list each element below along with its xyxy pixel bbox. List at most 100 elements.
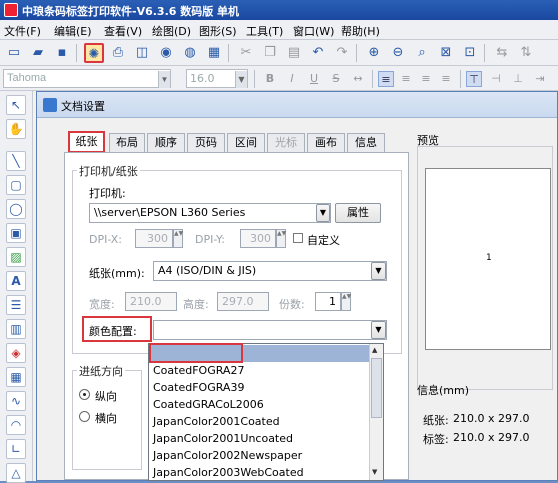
- menu-help[interactable]: 帮助(H): [341, 23, 380, 39]
- database-icon[interactable]: ◉: [156, 43, 176, 63]
- polyline-icon[interactable]: ∟: [6, 439, 26, 459]
- ellipse-icon[interactable]: ◯: [6, 199, 26, 219]
- distribute-icon[interactable]: ⇅: [516, 43, 536, 63]
- zoom-in-icon[interactable]: ⊕: [364, 43, 384, 63]
- print-icon[interactable]: ⎙: [108, 43, 128, 63]
- italic-button[interactable]: I: [284, 71, 300, 87]
- zoom-page-icon[interactable]: ⊡: [460, 43, 480, 63]
- width-input[interactable]: 210.0: [125, 292, 177, 311]
- tab-range[interactable]: 区间: [227, 133, 265, 152]
- scroll-thumb[interactable]: [371, 358, 382, 418]
- chevron-down-icon[interactable]: ▼: [316, 204, 330, 222]
- copies-stepper[interactable]: ▲▼: [341, 292, 351, 311]
- dropdown-scrollbar[interactable]: ▲ ▼: [369, 344, 383, 480]
- chevron-down-icon[interactable]: ▼: [158, 71, 170, 88]
- menu-shape[interactable]: 图形(S): [199, 23, 237, 39]
- tab-info[interactable]: 信息: [347, 133, 385, 152]
- zoom-icon[interactable]: ⌕: [412, 43, 432, 63]
- copies-input[interactable]: 1: [315, 292, 341, 311]
- letter-spacing-icon[interactable]: ↔: [350, 71, 366, 87]
- menu-draw[interactable]: 绘图(D): [152, 23, 191, 39]
- chevron-down-icon[interactable]: ▼: [235, 71, 247, 88]
- properties-button[interactable]: 属性: [335, 203, 381, 223]
- tab-canvas[interactable]: 画布: [307, 133, 345, 152]
- color-option[interactable]: CoatedFOGRA27: [151, 362, 369, 379]
- valign-middle-icon[interactable]: ⊣: [488, 71, 504, 87]
- new-file-icon[interactable]: ▭: [4, 43, 24, 63]
- line-icon[interactable]: ╲: [6, 151, 26, 171]
- print-preview-icon[interactable]: ◫: [132, 43, 152, 63]
- tab-layout[interactable]: 布局: [109, 133, 145, 152]
- pan-icon[interactable]: ✋: [6, 119, 26, 139]
- cut-icon[interactable]: ✂: [236, 43, 256, 63]
- zoom-fit-icon[interactable]: ⊠: [436, 43, 456, 63]
- font-size-select[interactable]: 16.0 ▼: [186, 69, 248, 88]
- align-center-icon[interactable]: ≡: [398, 71, 414, 87]
- printer-select[interactable]: \\server\EPSON L360 Series: [89, 203, 331, 223]
- dpi-x-input[interactable]: 300: [135, 229, 173, 248]
- save-icon[interactable]: ▪: [52, 43, 72, 63]
- barcode-icon[interactable]: ▥: [6, 319, 26, 339]
- dpi-y-input[interactable]: 300: [240, 229, 276, 248]
- valign-top-icon[interactable]: ⊤: [466, 71, 482, 87]
- menu-tools[interactable]: 工具(T): [246, 23, 283, 39]
- color-profile-select[interactable]: [153, 320, 387, 340]
- picture-icon[interactable]: ▣: [6, 223, 26, 243]
- grid-icon[interactable]: ▦: [204, 43, 224, 63]
- document-settings-icon[interactable]: ✺: [84, 43, 104, 63]
- tab-paper[interactable]: 纸张: [68, 131, 105, 153]
- color-option[interactable]: CoatedGRACoL2006: [151, 396, 369, 413]
- underline-button[interactable]: U: [306, 71, 322, 87]
- menu-edit[interactable]: 编辑(E): [54, 23, 92, 39]
- redo-icon[interactable]: ↷: [332, 43, 352, 63]
- color-option[interactable]: JapanColor2001Uncoated: [151, 430, 369, 447]
- arc-icon[interactable]: ◠: [6, 415, 26, 435]
- zoom-out-icon[interactable]: ⊖: [388, 43, 408, 63]
- wrap-icon[interactable]: ⇥: [532, 71, 548, 87]
- menu-file[interactable]: 文件(F): [4, 23, 41, 39]
- select-arrow-icon[interactable]: ↖: [6, 95, 26, 115]
- table-icon[interactable]: ▦: [6, 367, 26, 387]
- bold-button[interactable]: B: [262, 71, 278, 87]
- height-input[interactable]: 297.0: [217, 292, 269, 311]
- portrait-radio[interactable]: [79, 389, 90, 400]
- paste-icon[interactable]: ▤: [284, 43, 304, 63]
- menu-window[interactable]: 窗口(W): [293, 23, 334, 39]
- triangle-icon[interactable]: △: [6, 463, 26, 483]
- rich-text-icon[interactable]: ☰: [6, 295, 26, 315]
- data-source-icon[interactable]: ◍: [180, 43, 200, 63]
- image-icon[interactable]: ▨: [6, 247, 26, 267]
- copy-icon[interactable]: ❐: [260, 43, 280, 63]
- strikethrough-button[interactable]: S: [328, 71, 344, 87]
- landscape-radio[interactable]: [79, 411, 90, 422]
- rounded-rect-icon[interactable]: ▢: [6, 175, 26, 195]
- text-icon[interactable]: A: [6, 271, 26, 291]
- curve-icon[interactable]: ∿: [6, 391, 26, 411]
- chevron-down-icon[interactable]: ▼: [371, 321, 386, 339]
- tab-page-number[interactable]: 页码: [187, 133, 225, 152]
- color-option[interactable]: CoatedFOGRA39: [151, 379, 369, 396]
- tab-order[interactable]: 顺序: [147, 133, 185, 152]
- scroll-up-icon[interactable]: ▲: [372, 346, 381, 354]
- menu-view[interactable]: 查看(V): [104, 23, 142, 39]
- undo-icon[interactable]: ↶: [308, 43, 328, 63]
- align-right-icon[interactable]: ≡: [418, 71, 434, 87]
- dpi-x-stepper[interactable]: ▲▼: [173, 229, 183, 248]
- chevron-down-icon[interactable]: ▼: [371, 262, 386, 280]
- font-family-select[interactable]: Tahoma ▼: [3, 69, 171, 88]
- align-left-icon[interactable]: ≡: [378, 71, 394, 87]
- valign-bottom-icon[interactable]: ⊥: [510, 71, 526, 87]
- color-option[interactable]: JapanColor2002Newspaper: [151, 447, 369, 464]
- dpi-y-stepper[interactable]: ▲▼: [276, 229, 286, 248]
- color-option[interactable]: JapanColor2003WebCoated: [151, 464, 369, 481]
- paper-size-select[interactable]: A4 (ISO/DIN & JIS): [153, 261, 387, 281]
- align-icon[interactable]: ⇆: [492, 43, 512, 63]
- qrcode-icon[interactable]: ◈: [6, 343, 26, 363]
- tab-cursor[interactable]: 光标: [267, 133, 305, 152]
- open-folder-icon[interactable]: ▰: [28, 43, 48, 63]
- dialog-title-bar[interactable]: 文档设置: [37, 92, 557, 118]
- justify-icon[interactable]: ≡: [438, 71, 454, 87]
- scroll-down-icon[interactable]: ▼: [372, 468, 381, 476]
- color-option[interactable]: JapanColor2001Coated: [151, 413, 369, 430]
- custom-checkbox[interactable]: [293, 233, 303, 243]
